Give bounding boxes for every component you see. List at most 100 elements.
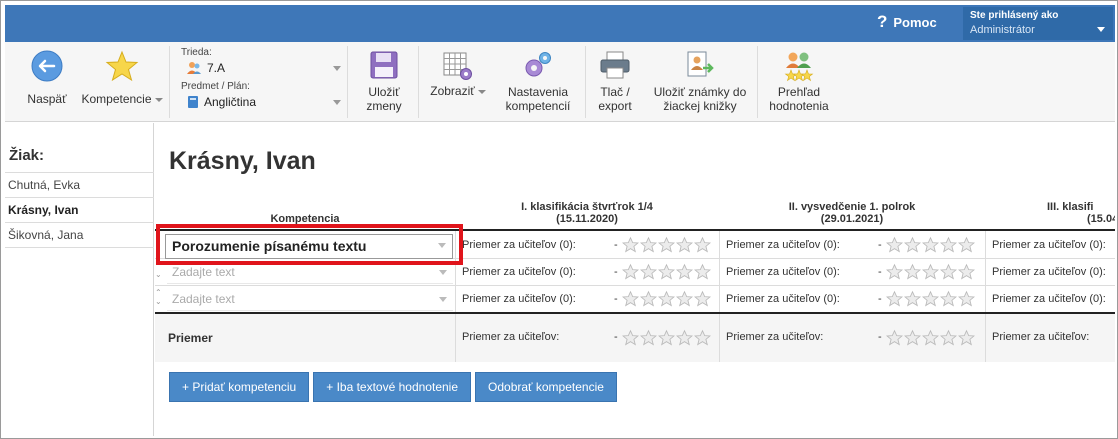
evaluation-overview-button[interactable]: Prehľad hodnotenia [763,42,835,122]
competence-settings-button[interactable]: Nastavenia kompetencií [493,42,583,122]
add-competence-button[interactable]: + Pridať kompetenciu [169,372,310,402]
printer-icon [600,51,630,79]
student-item-active[interactable]: Krásny, Ivan [5,198,154,223]
star-icon[interactable] [676,236,693,253]
star-icon[interactable] [922,263,939,281]
average-cell: Priemer za učiteľov: [985,314,1115,362]
star-rating[interactable] [622,263,711,281]
period-title: II. vysvedčenie 1. polrok [788,201,916,213]
star-icon[interactable] [640,329,657,347]
star-icon[interactable] [640,236,657,253]
floppy-disk-icon [370,51,398,79]
star-icon[interactable] [904,329,921,347]
student-list: Chutná, Evka Krásny, Ivan Šikovná, Jana [5,172,154,248]
star-rating[interactable] [886,263,975,281]
subject-select[interactable]: Angličtina [187,95,341,109]
teacher-average-label: Priemer za učiteľov: [726,331,824,343]
teacher-average-label: Priemer za učiteľov (0): [992,266,1106,278]
star-rating[interactable] [622,290,711,308]
star-icon[interactable] [886,290,903,308]
sidebar-title: Žiak: [9,147,45,164]
save-changes-button[interactable]: Uložiť zmeny [353,42,415,122]
main-content: Krásny, Ivan Kompetencia I. klasifikácia… [155,123,1115,436]
average-label: Priemer [168,331,213,345]
star-icon[interactable] [676,329,693,347]
show-menu[interactable]: Zobraziť [425,42,491,122]
class-select[interactable]: 7.A [187,61,341,75]
star-rating[interactable] [886,236,975,253]
average-value: - [878,293,882,305]
star-icon[interactable] [622,290,639,308]
competence-input[interactable]: Zadajte text [167,261,453,284]
users-stars-icon [784,52,814,82]
star-icon[interactable] [622,263,639,281]
competencies-menu[interactable]: Kompetencie [79,42,165,122]
star-icon[interactable] [958,290,975,308]
reorder-icon[interactable]: ⌃ ⌄ [155,261,163,279]
star-icon[interactable] [676,263,693,281]
competence-select[interactable]: Porozumenie písanému textu [165,234,453,259]
period-header-2: II. vysvedčenie 1. polrok (29.01.2021) [719,201,985,225]
star-icon[interactable] [694,329,711,347]
store-grades-button[interactable]: Uložiť známky do žiackej knižky [645,42,755,122]
user-menu[interactable]: Ste prihlásený ako Administrátor [963,7,1113,40]
star-icon[interactable] [886,263,903,281]
star-icon[interactable] [658,329,675,347]
rating-cell: Priemer za učiteľov (0): - [455,231,719,258]
star-icon[interactable] [658,290,675,308]
star-icon[interactable] [958,236,975,253]
star-icon[interactable] [904,236,921,253]
star-icon[interactable] [694,236,711,253]
star-icon[interactable] [694,290,711,308]
competence-placeholder: Zadajte text [172,292,235,306]
remove-competence-button[interactable]: Odobrať kompetencie [475,372,617,402]
star-icon[interactable] [940,236,957,253]
text-only-evaluation-button[interactable]: + Iba textové hodnotenie [313,372,472,402]
print-export-button[interactable]: Tlač / export [590,42,640,122]
star-icon[interactable] [658,263,675,281]
star-icon[interactable] [622,329,639,347]
star-icon[interactable] [922,290,939,308]
star-icon[interactable] [958,329,975,347]
back-button[interactable]: Naspäť [13,42,81,122]
star-icon[interactable] [922,236,939,253]
student-item[interactable]: Šikovná, Jana [5,223,154,248]
star-icon[interactable] [658,236,675,253]
student-item[interactable]: Chutná, Evka [5,173,154,198]
chevron-down-icon [439,270,447,275]
reorder-icon[interactable]: ⌃ ⌄ [155,288,163,306]
competence-placeholder: Zadajte text [172,265,235,279]
table-row: ⌃ ⌄ Zadajte text Priemer za učiteľov (0):… [155,286,1115,312]
teacher-average-label: Priemer za učiteľov: [992,331,1090,343]
star-icon[interactable] [622,236,639,253]
class-subject-selectors: Trieda: 7.A Predmet / Plán: Angličtina [181,45,345,119]
star-icon[interactable] [940,329,957,347]
star-rating [886,329,975,347]
star-icon[interactable] [676,290,693,308]
competence-input[interactable]: Zadajte text [167,288,453,311]
help-link[interactable]: ? Pomoc [877,12,937,32]
average-value: - [878,266,882,278]
star-icon[interactable] [940,263,957,281]
star-icon[interactable] [640,263,657,281]
star-icon[interactable] [922,329,939,347]
star-icon[interactable] [694,263,711,281]
star-icon[interactable] [940,290,957,308]
rating-cell: Priemer za učiteľov (0): - [719,286,985,312]
star-icon[interactable] [958,263,975,281]
star-icon[interactable] [904,263,921,281]
user-name: Administrátor [970,24,1035,36]
star-icon[interactable] [886,236,903,253]
chevron-down-icon [438,243,446,248]
teacher-average-label: Priemer za učiteľov (0): [462,293,576,305]
rating-cell: Priemer za učiteľov (0): - [719,231,985,258]
back-arrow-icon [31,50,63,82]
star-rating[interactable] [622,236,711,253]
star-icon[interactable] [904,290,921,308]
star-icon[interactable] [886,329,903,347]
settings-label-1: Nastavenia [507,85,569,99]
star-icon[interactable] [640,290,657,308]
star-rating[interactable] [886,290,975,308]
competence-cell: ⌃ ⌄ Zadajte text [155,286,455,312]
settings-label-2: kompetencií [505,99,571,113]
